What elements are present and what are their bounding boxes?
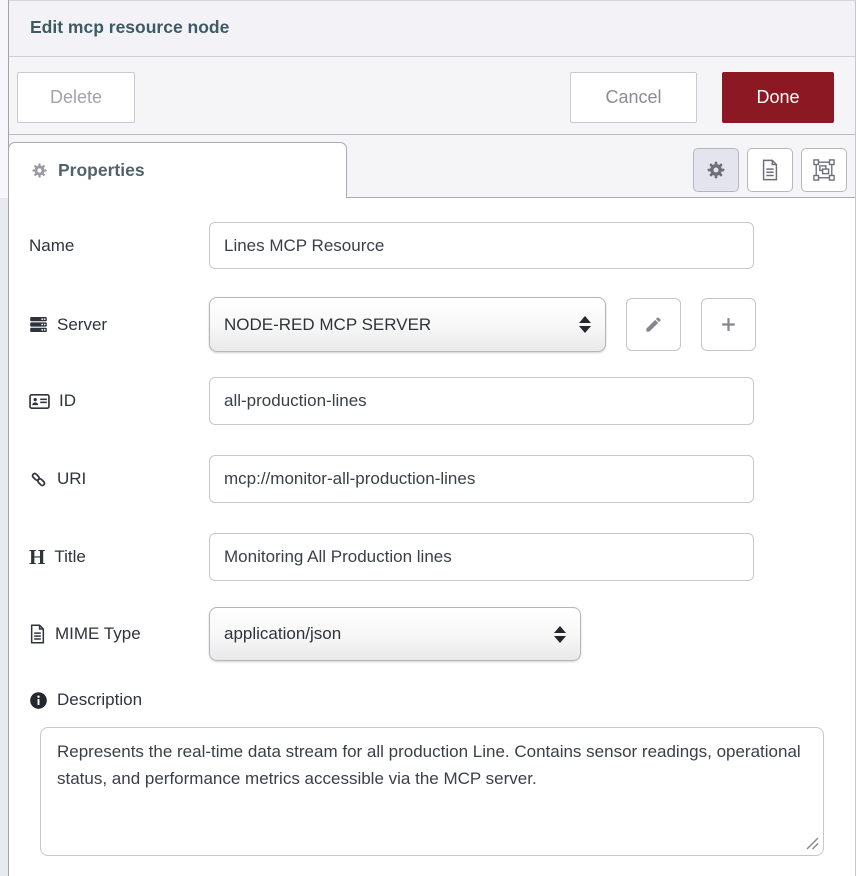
id-card-icon: [29, 391, 50, 412]
tab-properties[interactable]: Properties: [8, 142, 347, 198]
description-doc-button[interactable]: [747, 148, 793, 192]
appearance-object-group-button[interactable]: [801, 148, 847, 192]
select-arrows-icon: [579, 316, 591, 333]
delete-button[interactable]: Delete: [17, 72, 135, 123]
form-row-server: Server NODE-RED MCP SERVER: [29, 297, 756, 352]
id-label-text: ID: [59, 391, 76, 411]
link-icon: [29, 470, 48, 489]
edit-server-button[interactable]: [626, 298, 681, 351]
server-label-text: Server: [57, 315, 107, 335]
form-row-uri: URI: [29, 455, 754, 503]
description-label: Description: [29, 690, 142, 710]
select-arrows-icon: [554, 626, 566, 643]
name-label: Name: [29, 236, 209, 256]
workspace-edge-bottom: [0, 198, 8, 876]
description-field-wrap: Represents the real-time data stream for…: [40, 727, 824, 856]
pencil-icon: [644, 315, 663, 334]
name-label-text: Name: [29, 236, 74, 256]
id-label: ID: [29, 391, 209, 412]
editor-tab-bar: Properties: [9, 135, 856, 198]
object-group-icon: [813, 159, 835, 181]
plus-icon: [719, 315, 738, 334]
mime-type-label: MIME Type: [29, 624, 209, 644]
workspace-edge-top: [0, 0, 8, 198]
server-label: Server: [29, 315, 209, 335]
add-server-button[interactable]: [701, 298, 756, 351]
info-icon: [29, 691, 48, 710]
edit-node-tray: Edit mcp resource node Delete Cancel Don…: [0, 0, 856, 876]
title-input[interactable]: [209, 533, 754, 581]
properties-gear-button[interactable]: [693, 148, 739, 192]
server-icon: [29, 315, 48, 334]
tray-header: Edit mcp resource node: [9, 0, 856, 57]
tab-properties-label: Properties: [58, 160, 145, 181]
server-select-value: NODE-RED MCP SERVER: [224, 315, 431, 335]
uri-label: URI: [29, 469, 209, 489]
gear-icon: [706, 160, 726, 180]
description-textarea[interactable]: Represents the real-time data stream for…: [40, 727, 824, 856]
mime-type-label-text: MIME Type: [55, 624, 141, 644]
heading-icon: H: [29, 547, 45, 568]
uri-input[interactable]: [209, 455, 754, 503]
editor-icon-buttons: [693, 148, 847, 192]
done-button[interactable]: Done: [722, 72, 834, 123]
form-row-mime-type: MIME Type application/json: [29, 607, 581, 661]
gear-icon: [31, 162, 48, 179]
form-row-title: H Title: [29, 533, 754, 581]
mime-type-select-value: application/json: [224, 624, 341, 644]
title-label: H Title: [29, 547, 209, 568]
server-select[interactable]: NODE-RED MCP SERVER: [209, 297, 606, 352]
description-label-text: Description: [57, 690, 142, 710]
form-row-id: ID: [29, 377, 754, 425]
form-row-name: Name: [29, 222, 754, 269]
file-lines-icon: [29, 624, 46, 644]
cancel-button[interactable]: Cancel: [570, 72, 697, 123]
id-input[interactable]: [209, 377, 754, 425]
mime-type-select[interactable]: application/json: [209, 607, 581, 661]
document-icon: [760, 159, 780, 181]
dialog-title: Edit mcp resource node: [9, 1, 856, 38]
title-label-text: Title: [54, 547, 86, 567]
tray-toolbar: Delete Cancel Done: [9, 57, 856, 135]
uri-label-text: URI: [57, 469, 86, 489]
name-input[interactable]: [209, 222, 754, 269]
